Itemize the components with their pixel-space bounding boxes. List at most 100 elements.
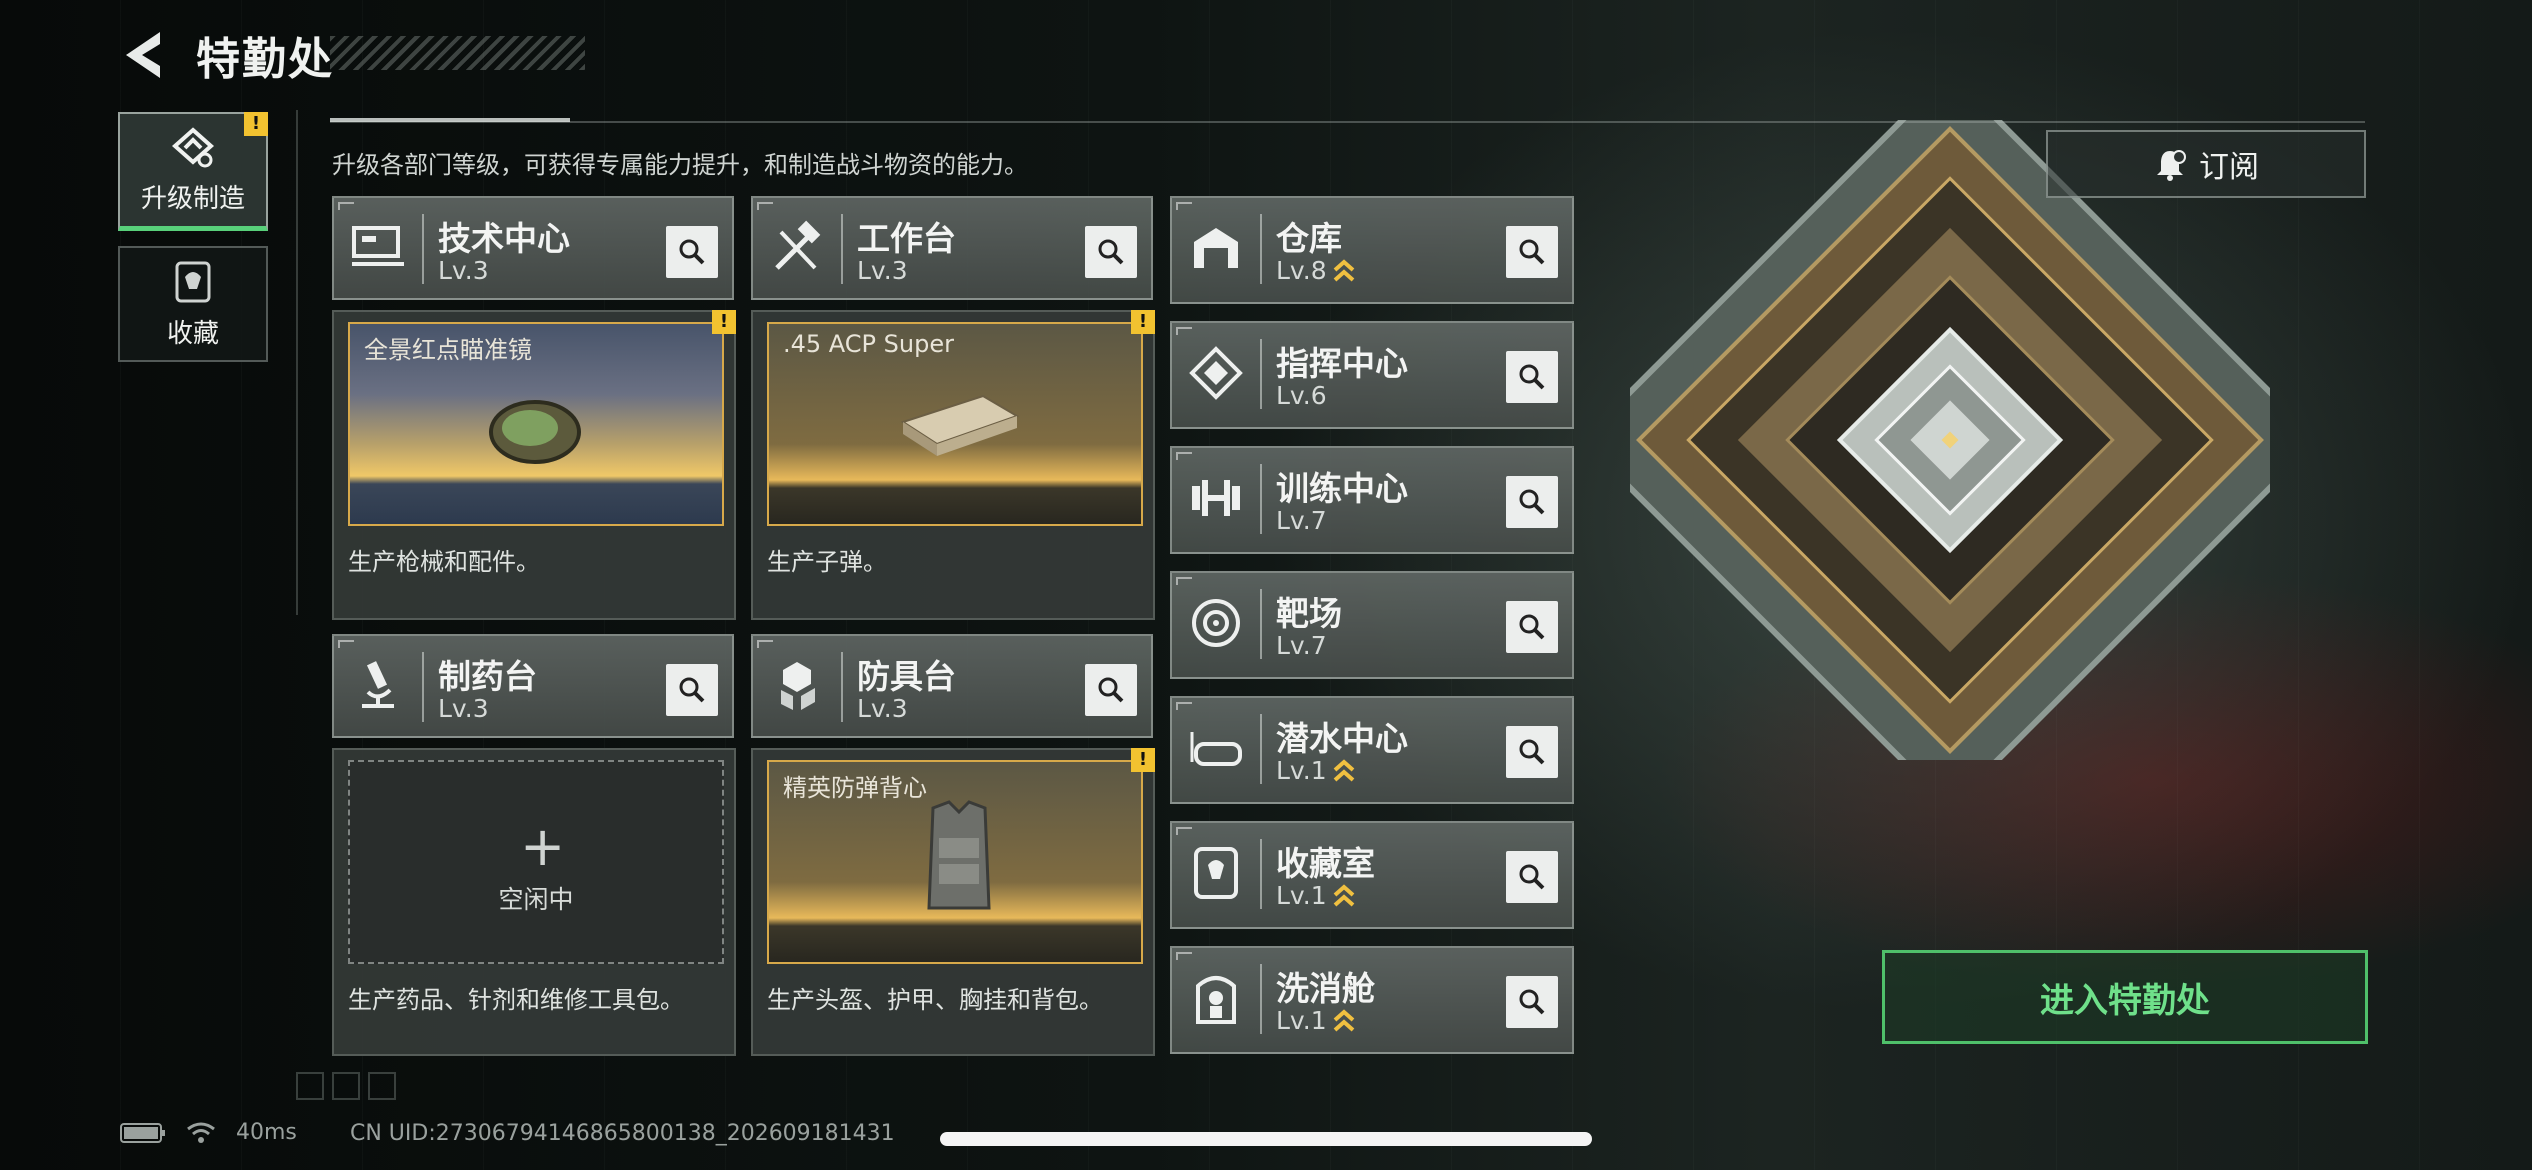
idle-slot[interactable]: + 空闲中 (348, 760, 724, 964)
upgrade-craft-icon (171, 126, 215, 167)
page-description: 升级各部门等级，可获得专属能力提升，和制造战斗物资的能力。 (332, 151, 1028, 179)
magnifier-icon (1519, 489, 1545, 515)
product-frame: 精英防弹背心 (767, 760, 1143, 964)
idle-label: 空闲中 (498, 885, 574, 914)
dept-level: Lv.8 (1276, 256, 1355, 285)
product-frame: 全景红点瞄准镜 (348, 322, 724, 526)
nav-tab-label: 升级制造 (140, 183, 245, 214)
product-caption: 生产头盔、护甲、胸挂和背包。 (767, 986, 1103, 1014)
nav-tab-collection[interactable]: 收藏 (118, 246, 268, 362)
magnifier-icon (679, 677, 705, 703)
divider (1260, 464, 1262, 534)
product-caption: 生产枪械和配件。 (348, 548, 540, 576)
magnifier-icon (679, 239, 705, 265)
dept-name: 靶场 (1276, 594, 1342, 633)
search-button[interactable] (1085, 664, 1137, 716)
alert-badge: ! (712, 310, 736, 334)
command-center-icon (1189, 346, 1243, 400)
subscribe-button[interactable]: 订阅 (2046, 130, 2366, 198)
dept-side-7[interactable]: 洗消舱 Lv.1 (1170, 946, 1574, 1054)
dept-level: Lv.1 (1276, 881, 1355, 910)
upgrade-chevrons-icon (1333, 258, 1354, 281)
divider (1260, 839, 1262, 909)
search-button[interactable] (1506, 976, 1558, 1028)
page-title: 特勤处 (196, 34, 334, 85)
magnifier-icon (1098, 677, 1124, 703)
square-icon (368, 1072, 396, 1100)
search-button[interactable] (1506, 726, 1558, 778)
product-card-tech[interactable]: 全景红点瞄准镜 ! 生产枪械和配件。 (332, 310, 736, 620)
dept-level: Lv.3 (438, 694, 489, 723)
dept-side-1[interactable]: 仓库 Lv.8 (1170, 196, 1574, 304)
divider (422, 214, 424, 284)
magnifier-icon (1519, 364, 1545, 390)
target-icon (1192, 599, 1240, 647)
divider (1260, 964, 1262, 1034)
product-card-pharmacy[interactable]: + 空闲中 生产药品、针剂和维修工具包。 (332, 748, 736, 1056)
collection-icon (175, 261, 211, 302)
dept-side-2[interactable]: 指挥中心 Lv.6 (1170, 321, 1574, 429)
nav-separator (296, 110, 298, 615)
square-icon (332, 1072, 360, 1100)
corner-mark (1176, 577, 1192, 585)
search-button[interactable] (666, 226, 718, 278)
dept-name: 制药台 (438, 657, 537, 696)
enter-label: 进入特勤处 (2040, 980, 2210, 1021)
dept-workbench[interactable]: 工作台 Lv.3 (751, 196, 1153, 300)
dept-level: Lv.6 (1276, 381, 1327, 410)
armor-vest-image (927, 800, 991, 910)
enter-special-ops-button[interactable]: 进入特勤处 (1882, 950, 2368, 1044)
dept-name: 技术中心 (438, 219, 570, 258)
dept-level: Lv.3 (857, 256, 908, 285)
header-rule-accent (330, 118, 570, 122)
dept-name: 指挥中心 (1276, 344, 1408, 383)
dept-level: Lv.7 (1276, 506, 1327, 535)
diving-goggles-icon (1190, 732, 1242, 766)
home-indicator[interactable] (940, 1132, 1592, 1146)
dept-level: Lv.3 (438, 256, 489, 285)
header-rule (330, 121, 2365, 123)
upgrade-chevrons-icon (1333, 758, 1354, 781)
nav-tab-label: 收藏 (166, 318, 219, 349)
corner-mark (1176, 952, 1192, 960)
nav-tab-upgrade-craft[interactable]: 升级制造 ! (118, 112, 268, 231)
upgrade-chevrons-icon (1333, 1008, 1354, 1031)
search-button[interactable] (1506, 601, 1558, 653)
plus-icon: + (520, 815, 566, 878)
microscope-icon (362, 661, 394, 708)
product-name: 全景红点瞄准镜 (364, 336, 532, 364)
search-button[interactable] (1506, 851, 1558, 903)
dept-tech-center[interactable]: 技术中心 Lv.3 (332, 196, 734, 300)
back-arrow-icon[interactable] (118, 28, 168, 82)
magnifier-icon (1519, 864, 1545, 890)
search-button[interactable] (1085, 226, 1137, 278)
product-card-workbench[interactable]: .45 ACP Super ! 生产子弹。 (751, 310, 1155, 620)
product-caption: 生产子弹。 (767, 548, 887, 576)
magnifier-icon (1098, 239, 1124, 265)
magnifier-icon (1519, 739, 1545, 765)
dept-armor[interactable]: 防具台 Lv.3 (751, 634, 1153, 738)
product-card-armor[interactable]: 精英防弹背心 ! 生产头盔、护甲、胸挂和背包。 (751, 748, 1155, 1056)
display-case-icon (1194, 847, 1238, 899)
dept-side-6[interactable]: 收藏室 Lv.1 (1170, 821, 1574, 929)
dumbbell-icon (1192, 480, 1240, 516)
dept-level: Lv.3 (857, 694, 908, 723)
dept-side-3[interactable]: 训练中心 Lv.7 (1170, 446, 1574, 554)
search-button[interactable] (666, 664, 718, 716)
decontamination-pod-icon (1196, 976, 1236, 1024)
red-dot-sight-image (489, 400, 581, 464)
corner-mark (757, 202, 773, 210)
dept-name: 训练中心 (1276, 469, 1408, 508)
dept-pharmacy[interactable]: 制药台 Lv.3 (332, 634, 734, 738)
corner-mark (1176, 702, 1192, 710)
corner-mark (1176, 452, 1192, 460)
battery-icon (120, 1122, 165, 1143)
search-button[interactable] (1506, 351, 1558, 403)
dept-level: Lv.7 (1276, 631, 1327, 660)
search-button[interactable] (1506, 226, 1558, 278)
wifi-icon (187, 1122, 215, 1143)
dept-side-5[interactable]: 潜水中心 Lv.1 (1170, 696, 1574, 804)
divider (1260, 214, 1262, 284)
search-button[interactable] (1506, 476, 1558, 528)
dept-side-4[interactable]: 靶场 Lv.7 (1170, 571, 1574, 679)
